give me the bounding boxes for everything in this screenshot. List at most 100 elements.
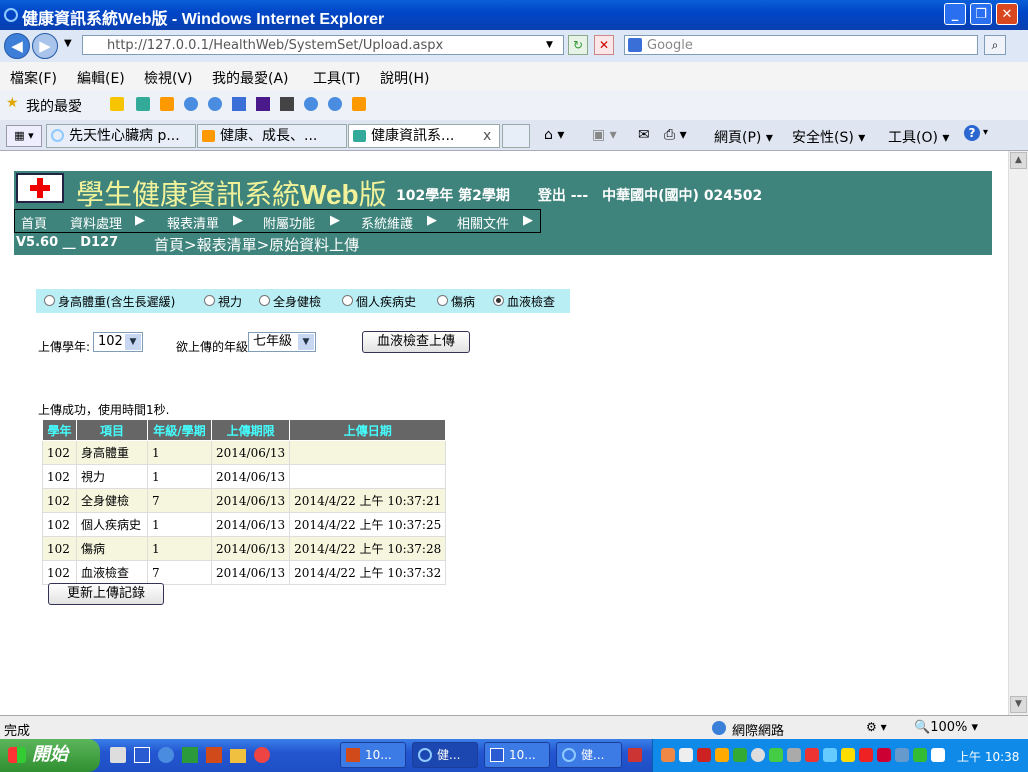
add-favorite-icon[interactable] [110,97,124,111]
taskbar-item-powerpoint[interactable]: 10... [340,742,406,768]
table-cell: 102 [42,488,77,513]
scroll-down-icon[interactable]: ▼ [1010,696,1027,713]
back-button[interactable]: ◀ [4,33,30,59]
menu-edit[interactable]: 編輯(E) [77,68,125,88]
favorites-links [110,97,380,113]
search-icon[interactable]: ⌕ [984,35,1006,55]
word-icon[interactable] [134,747,150,763]
excel-icon[interactable] [182,747,198,763]
favorite-link-icon[interactable] [304,97,318,111]
vertical-scrollbar[interactable]: ▲ ▼ [1008,151,1028,715]
safety-menu[interactable]: 安全性(S) ▾ [792,127,865,147]
radio-blood-test[interactable] [493,295,504,306]
blood-test-upload-button[interactable]: 血液檢查上傳 [362,331,470,353]
mail-icon[interactable]: ✉ [638,127,650,143]
taskbar-app-icon[interactable] [628,748,642,762]
page-menu[interactable]: 網頁(P) ▾ [714,127,773,147]
volume-icon[interactable] [931,748,945,762]
minimize-button[interactable]: _ [944,3,966,25]
tray-icon[interactable] [733,748,747,762]
radio-height-weight[interactable] [44,295,55,306]
forward-button[interactable]: ▶ [32,33,58,59]
favorites-star-icon[interactable]: ★ [6,95,19,111]
tab-health-system[interactable]: 健康資訊系... x [348,124,500,148]
tray-icon[interactable] [913,748,927,762]
app-menu-data[interactable]: 資料處理 [70,213,122,232]
url-input[interactable]: http://127.0.0.1/HealthWeb/SystemSet/Upl… [82,35,564,55]
favorite-link-icon[interactable] [280,97,294,111]
shield-icon[interactable] [841,748,855,762]
tab-close-icon[interactable]: x [483,125,491,147]
show-desktop-icon[interactable] [110,747,126,763]
favorite-link-icon[interactable] [208,97,222,111]
tab-label: 健康、成長、... [220,128,318,144]
powerpoint-icon[interactable] [206,747,222,763]
refresh-icon[interactable]: ↻ [568,35,588,55]
app-menu-home[interactable]: 首頁 [21,213,47,232]
radio-medical-history[interactable] [342,295,353,306]
quick-tabs-icon[interactable]: ▦ ▾ [6,125,42,147]
tray-icon[interactable] [859,748,873,762]
zoom-control[interactable]: 🔍100% ▾ [914,720,978,735]
menu-file[interactable]: 檔案(F) [10,68,57,88]
tray-icon[interactable] [661,748,675,762]
feeds-icon[interactable]: ▣ ▾ [592,127,617,143]
search-input[interactable]: Google [624,35,978,55]
grade-select[interactable]: 七年級 ▼ [248,332,316,352]
tray-icon[interactable] [877,748,891,762]
favorite-link-icon[interactable] [328,97,342,111]
tray-icon[interactable] [823,748,837,762]
tools-menu[interactable]: 工具(O) ▾ [888,127,949,147]
favorites-label[interactable]: 我的最愛 [26,96,82,116]
favorite-link-icon[interactable] [232,97,246,111]
protected-mode-icon[interactable]: ⚙ ▾ [866,720,887,734]
folder-icon[interactable] [230,749,246,763]
new-tab-button[interactable] [502,124,530,148]
taskbar-item-ie[interactable]: 健... [556,742,622,768]
history-dropdown-icon[interactable]: ▼ [64,38,72,49]
menu-tools[interactable]: 工具(T) [313,68,360,88]
close-button[interactable]: ✕ [996,3,1018,25]
ie-icon[interactable] [158,747,174,763]
menu-view[interactable]: 檢視(V) [144,68,193,88]
tab-congenital-heart[interactable]: 先天性心臟病 p... [46,124,196,148]
radio-injury[interactable] [437,295,448,306]
favorite-link-icon[interactable] [160,97,174,111]
refresh-records-button[interactable]: 更新上傳記錄 [48,583,164,605]
favorite-link-icon[interactable] [184,97,198,111]
tray-icon[interactable] [751,748,765,762]
tray-icon[interactable] [679,748,693,762]
home-icon[interactable]: ⌂ ▾ [544,127,564,143]
start-button[interactable]: 開始 [0,739,100,772]
app-menu-maintenance[interactable]: 系統維護 [361,213,413,232]
tray-icon[interactable] [697,748,711,762]
scroll-up-icon[interactable]: ▲ [1010,152,1027,169]
tray-icon[interactable] [769,748,783,762]
favorite-link-icon[interactable] [256,97,270,111]
url-dropdown-icon[interactable]: ▼ [546,40,553,50]
tray-icon[interactable] [715,748,729,762]
taskbar-item-word[interactable]: 10... [484,742,550,768]
help-dropdown-icon[interactable]: ▾ [983,127,988,138]
print-icon[interactable]: ⎙ ▾ [664,127,687,143]
favorite-link-icon[interactable] [352,97,366,111]
app-menu-extras[interactable]: 附屬功能 [263,213,315,232]
favorite-link-icon[interactable] [136,97,150,111]
radio-vision[interactable] [204,295,215,306]
taskbar-item-ie-active[interactable]: 健... [412,742,478,768]
tray-icon[interactable] [805,748,819,762]
stop-icon[interactable]: ✕ [594,35,614,55]
tray-icon[interactable] [895,748,909,762]
tray-icon[interactable] [787,748,801,762]
app-menu-documents[interactable]: 相關文件 [457,213,509,232]
restore-button[interactable]: ❐ [970,3,992,25]
tab-health-growth[interactable]: 健康、成長、... [197,124,347,148]
year-select[interactable]: 102 ▼ [93,332,143,352]
chrome-icon[interactable] [254,747,270,763]
app-menu-reports[interactable]: 報表清單 [167,213,219,232]
red-cross-logo [16,173,64,203]
menu-help[interactable]: 說明(H) [380,68,429,88]
menu-favorites[interactable]: 我的最愛(A) [212,68,289,88]
help-icon[interactable]: ? [964,125,980,141]
radio-full-checkup[interactable] [259,295,270,306]
